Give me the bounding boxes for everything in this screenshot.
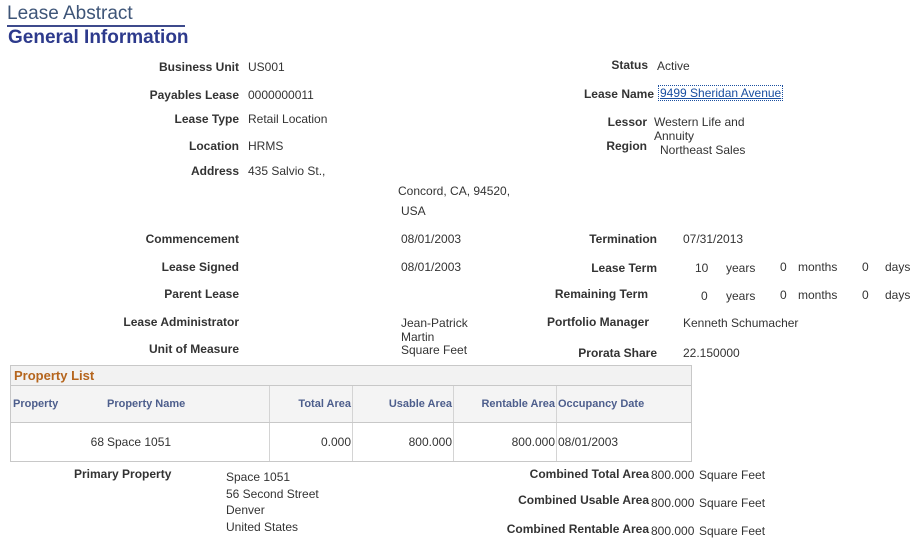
combined-rentable-area-unit: Square Feet (699, 524, 766, 538)
lease-name-link[interactable]: 9499 Sheridan Avenue (657, 85, 784, 101)
portfolio-manager-label: Portfolio Manager (546, 315, 649, 329)
address-line2: Concord, CA, 94520, (398, 184, 511, 198)
lease-administrator-label: Lease Administrator (123, 315, 239, 329)
region-value: Northeast Sales (660, 143, 746, 157)
column-divider (453, 386, 454, 422)
column-divider (352, 423, 353, 461)
business-unit-label: Business Unit (158, 60, 239, 74)
prorata-share-value: 22.150000 (683, 346, 740, 360)
portfolio-manager-value: Kenneth Schumacher (683, 316, 799, 330)
column-divider (453, 423, 454, 461)
property-list-header: Property List (11, 366, 691, 386)
property-list-grid: Property List Property Property Name Tot… (10, 365, 692, 462)
lease-term-days: 0 (862, 260, 869, 274)
status-value: Active (657, 59, 690, 73)
lease-term-years-unit: years (726, 261, 756, 275)
column-header-property-name[interactable]: Property Name (107, 398, 185, 410)
unit-of-measure-label: Unit of Measure (148, 342, 239, 356)
remaining-term-months: 0 (780, 288, 787, 302)
status-label: Status (611, 58, 648, 72)
payables-lease-label: Payables Lease (149, 88, 239, 102)
lessor-label: Lessor (607, 115, 647, 129)
lease-term-years: 10 (695, 261, 709, 275)
column-divider (269, 386, 270, 422)
region-label: Region (606, 139, 647, 153)
commencement-value: 08/01/2003 (401, 232, 462, 246)
column-divider (556, 423, 557, 461)
combined-usable-area-label: Combined Usable Area (518, 493, 649, 507)
primary-property-line1: Space 1051 (226, 470, 291, 484)
lease-name-label: Lease Name (583, 87, 654, 101)
lease-term-months: 0 (780, 260, 787, 274)
combined-usable-area-unit: Square Feet (699, 496, 766, 510)
location-label: Location (189, 139, 239, 153)
cell-usable-area: 800.000 (408, 435, 452, 449)
combined-usable-area-value: 800.000 (651, 496, 695, 510)
lessor-value-line2: Annuity (654, 129, 695, 143)
combined-total-area-value: 800.000 (651, 468, 695, 482)
termination-label: Termination (589, 232, 657, 246)
primary-property-line4: United States (226, 520, 299, 534)
primary-property-label: Primary Property (74, 467, 172, 481)
section-title: General Information (8, 27, 189, 48)
lease-signed-value: 08/01/2003 (401, 260, 462, 274)
lease-type-value: Retail Location (248, 112, 328, 126)
page-title: Lease Abstract (7, 3, 133, 24)
primary-property-line2: 56 Second Street (226, 487, 319, 501)
parent-lease-label: Parent Lease (164, 287, 239, 301)
lease-administrator-line1: Jean-Patrick (401, 316, 468, 330)
location-value: HRMS (248, 139, 284, 153)
cell-rentable-area: 800.000 (511, 435, 555, 449)
remaining-term-years: 0 (701, 289, 708, 303)
column-header-property[interactable]: Property (13, 398, 58, 410)
termination-value: 07/31/2013 (683, 232, 744, 246)
remaining-term-years-unit: years (726, 289, 756, 303)
lease-term-days-unit: days (885, 260, 911, 274)
column-divider (352, 386, 353, 422)
remaining-term-months-unit: months (798, 288, 838, 302)
remaining-term-label: Remaining Term (554, 287, 648, 301)
cell-total-area: 0.000 (320, 435, 351, 449)
lease-signed-label: Lease Signed (161, 260, 239, 274)
lease-type-label: Lease Type (174, 112, 239, 126)
business-unit-value: US001 (248, 60, 285, 74)
cell-occupancy-date: 08/01/2003 (558, 435, 619, 449)
address-line3: USA (401, 204, 426, 218)
remaining-term-days-unit: days (885, 288, 911, 302)
cell-property-name: Space 1051 (107, 435, 172, 449)
commencement-label: Commencement (145, 232, 239, 246)
lease-administrator-line2: Martin (401, 330, 435, 344)
combined-rentable-area-label: Combined Rentable Area (506, 522, 649, 536)
cell-property: 68 (90, 435, 104, 449)
lease-term-label: Lease Term (591, 261, 657, 275)
column-header-rentable-area[interactable]: Rentable Area (481, 398, 555, 410)
primary-property-line3: Denver (226, 503, 265, 517)
lessor-value-line1: Western Life and (654, 115, 745, 129)
column-header-usable-area[interactable]: Usable Area (389, 398, 452, 410)
address-label: Address (190, 164, 239, 178)
address-line1: 435 Salvio St., (248, 164, 326, 178)
column-divider (556, 386, 557, 422)
property-list-column-headers: Property Property Name Total Area Usable… (11, 386, 691, 423)
combined-total-area-unit: Square Feet (699, 468, 766, 482)
combined-total-area-label: Combined Total Area (529, 467, 649, 481)
lease-term-months-unit: months (798, 260, 838, 274)
prorata-share-label: Prorata Share (578, 346, 657, 360)
column-header-total-area[interactable]: Total Area (298, 398, 351, 410)
column-divider (269, 423, 270, 461)
property-list-title: Property List (14, 368, 95, 383)
payables-lease-value: 0000000011 (248, 88, 314, 102)
unit-of-measure-value: Square Feet (401, 343, 468, 357)
remaining-term-days: 0 (862, 288, 869, 302)
column-header-occupancy-date[interactable]: Occupancy Date (558, 398, 644, 410)
combined-rentable-area-value: 800.000 (651, 524, 695, 538)
